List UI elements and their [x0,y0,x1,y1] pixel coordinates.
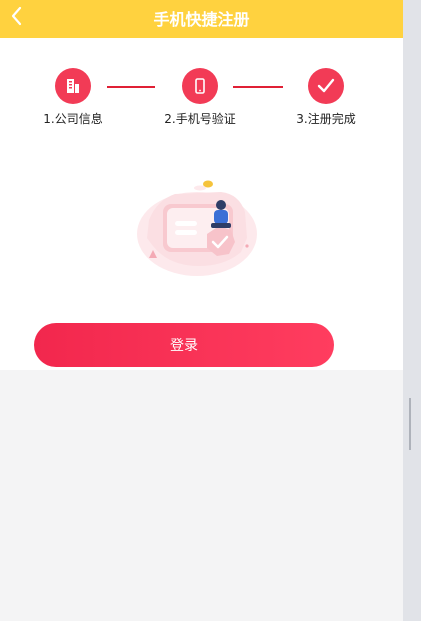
check-icon [308,68,344,104]
step-label: 1.公司信息 [43,112,103,126]
page: 手机快捷注册 1.公司信息 2.手机号验证 3.注册完成 登录 [0,0,403,621]
phone-icon [182,68,218,104]
main-content: 1.公司信息 2.手机号验证 3.注册完成 登录 [0,38,403,370]
step-phone-verify: 2.手机号验证 [152,68,248,127]
step-complete: 3.注册完成 [278,68,374,127]
step-connector-line [107,86,155,88]
step-label: 2.手机号验证 [164,112,236,126]
step-connector-line [233,86,283,88]
header-bar: 手机快捷注册 [0,0,403,38]
building-icon [55,68,91,104]
page-title: 手机快捷注册 [153,10,250,29]
registration-success-illustration [135,168,265,288]
step-label: 3.注册完成 [296,112,356,126]
scrollbar-grip-icon[interactable] [409,398,415,450]
step-company-info: 1.公司信息 [25,68,121,127]
login-button[interactable]: 登录 [34,323,334,367]
vertical-scrollbar[interactable] [403,0,421,621]
